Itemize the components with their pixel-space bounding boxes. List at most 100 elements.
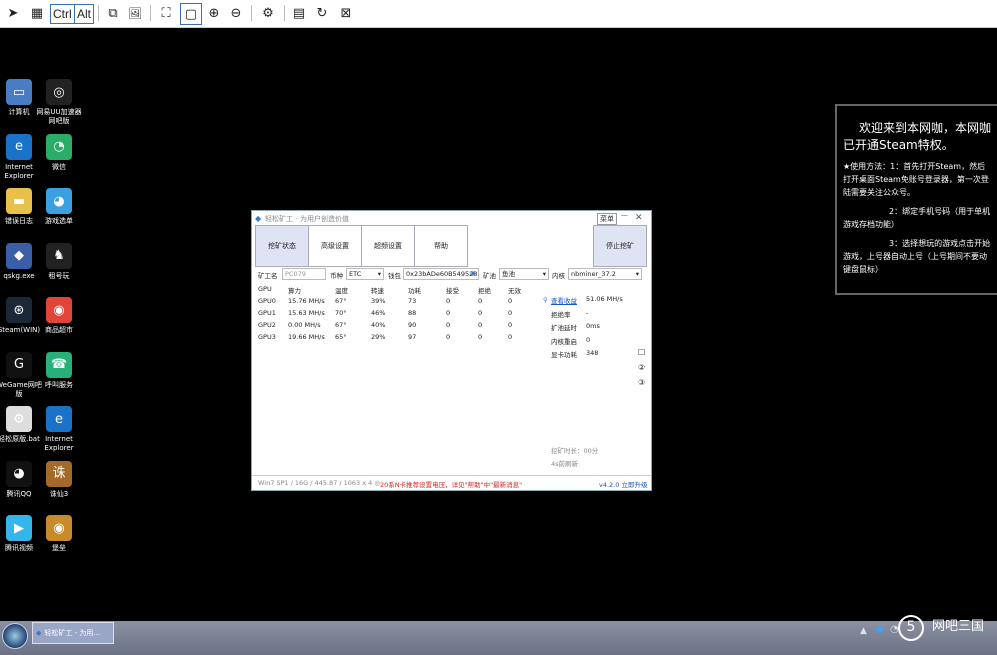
taskbar-miner-button[interactable]: ◆ 轻松矿工 - 为用... <box>32 622 114 644</box>
column-header: 接受 <box>446 287 459 295</box>
coin-value: ETC <box>349 270 362 278</box>
desktop-icon[interactable]: ◉ 商品超市 <box>34 297 84 335</box>
app-icon: ▬ <box>6 188 32 214</box>
app-icon: ▭ <box>6 79 32 105</box>
info-icon-2[interactable]: ② <box>638 363 645 372</box>
desktop-icon[interactable]: ◔ 微信 <box>34 133 84 172</box>
stat-value: - <box>586 308 589 317</box>
eye-icon[interactable]: ◉ <box>470 269 476 277</box>
start-button[interactable] <box>2 623 28 649</box>
close-icon[interactable]: ✕ <box>635 213 643 223</box>
table-cell: 0 <box>478 321 483 329</box>
column-header: 无效 <box>508 287 521 295</box>
send-icon[interactable]: ➤ <box>4 3 22 23</box>
panel-heading: 欢迎来到本网咖，本网咖已开通Steam特权。 <box>843 121 992 152</box>
app-icon: ◕ <box>6 460 32 487</box>
desktop-icon[interactable]: e Internet Explorer <box>34 406 84 453</box>
taskbar: ◆ 轻松矿工 - 为用... ▲ ◉ ◔ 5 网吧三国 <box>0 615 997 655</box>
table-cell: 70° <box>335 309 347 317</box>
desktop-icon[interactable]: ♞ 租号玩 <box>34 242 84 281</box>
copy-icon[interactable]: ⧉ <box>104 3 122 23</box>
chevron-down-icon: ▾ <box>635 270 639 278</box>
stat-label: 内核重启 <box>551 337 577 346</box>
menu-button[interactable]: 菜单 <box>597 213 617 225</box>
coin-select[interactable]: ETC ▾ <box>346 268 384 280</box>
stat-value: 51.06 MH/s <box>586 295 623 303</box>
desktop-icon[interactable]: ◉ 堡垒 <box>34 515 84 553</box>
stat-value: 0 <box>586 335 591 344</box>
steam-welcome-panel: 欢迎来到本网咖，本网咖已开通Steam特权。 ★使用方法：1：首先打开Steam… <box>835 104 997 295</box>
table-cell: 15.76 MH/s <box>288 297 325 305</box>
note-icon[interactable]: ▤ <box>290 3 308 23</box>
desktop-icon-label: 呼叫服务 <box>45 380 73 389</box>
stop-mining-button[interactable]: 停止挖矿 <box>593 225 647 267</box>
window-icon[interactable]: ☐ <box>638 348 645 357</box>
kernel-value: nbminer_37.2 <box>571 270 616 278</box>
watermark-logo-icon: 5 <box>898 615 924 641</box>
desktop-icon[interactable]: ◕ 游戏选单 <box>34 188 84 226</box>
actual-size-icon[interactable]: ▢ <box>180 3 202 25</box>
table-cell: GPU0 <box>258 297 276 305</box>
tab-advanced-settings[interactable]: 高级设置 <box>308 225 362 267</box>
app-icon: 诛 <box>46 460 72 487</box>
tray-arrow-icon[interactable]: ▲ <box>860 626 867 636</box>
table-cell: 0 <box>446 333 451 341</box>
divider <box>284 5 285 21</box>
table-cell: 65° <box>335 333 347 341</box>
column-header: 拒绝 <box>478 287 491 295</box>
kernel-select[interactable]: nbminer_37.2 ▾ <box>568 268 642 280</box>
grid-icon[interactable]: ▦ <box>28 3 46 23</box>
app-logo-icon: ◆ <box>255 214 262 223</box>
table-cell: 67° <box>335 297 347 305</box>
refresh-icon[interactable]: ↻ <box>312 3 332 23</box>
window-title-bar: ◆ 轻松矿工 - 为用户创造价值 菜单 — ✕ <box>252 211 651 225</box>
close-screen-icon[interactable]: ⊠ <box>336 3 356 23</box>
table-cell: 88 <box>408 309 417 317</box>
ctrl-key-button[interactable]: Ctrl <box>50 4 75 24</box>
table-cell: 0 <box>508 333 513 341</box>
table-cell: 0 <box>508 309 513 317</box>
stat-value: 348 <box>586 349 599 357</box>
notice-link[interactable]: 20系N卡推荐设置电压，详见"帮助"中"最新消息" <box>380 479 522 489</box>
pool-label: 矿池 <box>483 272 496 280</box>
table-cell: 90 <box>408 321 417 329</box>
app-icon: G <box>6 351 32 378</box>
tab-mining-status[interactable]: 挖矿状态 <box>255 225 309 267</box>
tab-help[interactable]: 帮助 <box>414 225 468 267</box>
worker-label: 矿工名 <box>258 272 278 280</box>
table-cell: 67° <box>335 321 347 329</box>
stat-label: 拒绝率 <box>551 310 571 319</box>
upgrade-link[interactable]: v4.2.0 立即升级 <box>599 479 647 489</box>
zoom-in-icon[interactable]: ⊕ <box>204 3 224 23</box>
pool-value: 鱼池 <box>502 270 515 278</box>
desktop-icon[interactable]: 诛诛仙3 <box>34 460 84 499</box>
zoom-out-icon[interactable]: ⊖ <box>226 3 246 23</box>
table-cell: GPU1 <box>258 309 276 317</box>
desktop-icon[interactable]: ☎ 呼叫服务 <box>34 351 84 390</box>
pool-select[interactable]: 鱼池 ▾ <box>499 268 549 280</box>
worker-input[interactable]: PC079 <box>282 268 326 280</box>
column-header: GPU <box>258 285 272 293</box>
app-logo-icon: ◆ <box>36 629 42 637</box>
stat-label: 显卡功耗 <box>551 351 577 359</box>
wallet-label: 钱包 <box>388 272 401 280</box>
table-cell: 0 <box>446 297 451 305</box>
table-cell: 73 <box>408 297 417 305</box>
minimize-icon[interactable]: — <box>621 211 628 219</box>
system-info: Win7 SP1 / 16G / 445.87 / 1063 x 4 ◎ <box>258 479 381 487</box>
tab-overclock-settings[interactable]: 超频设置 <box>361 225 415 267</box>
fit-screen-icon[interactable]: ⛶ <box>156 3 176 23</box>
panel-instruction-1: ★使用方法：1：首先打开Steam，然后打开桌面Steam免账号登录器，第一次登… <box>843 162 989 197</box>
desktop-icon[interactable]: ◎ 网易UU加速器网吧版 <box>34 79 84 126</box>
settings-icon[interactable]: ⚙ <box>258 3 278 23</box>
tray-network-icon[interactable]: ◉ <box>876 625 884 635</box>
alt-key-button[interactable]: Alt <box>74 4 95 24</box>
image-icon[interactable]: 🖼 <box>126 3 144 23</box>
chevron-down-icon: ▾ <box>377 270 381 278</box>
status-bar: Win7 SP1 / 16G / 445.87 / 1063 x 4 ◎ 20系… <box>252 475 651 490</box>
desktop-icon-label: 诛仙3 <box>49 489 69 498</box>
info-icon-3[interactable]: ③ <box>638 378 645 387</box>
view-earnings-link[interactable]: 查看收益 <box>551 295 577 305</box>
app-icon: e <box>46 406 72 432</box>
wallet-input[interactable]: 0x23bADe60B549528 <box>403 268 479 280</box>
